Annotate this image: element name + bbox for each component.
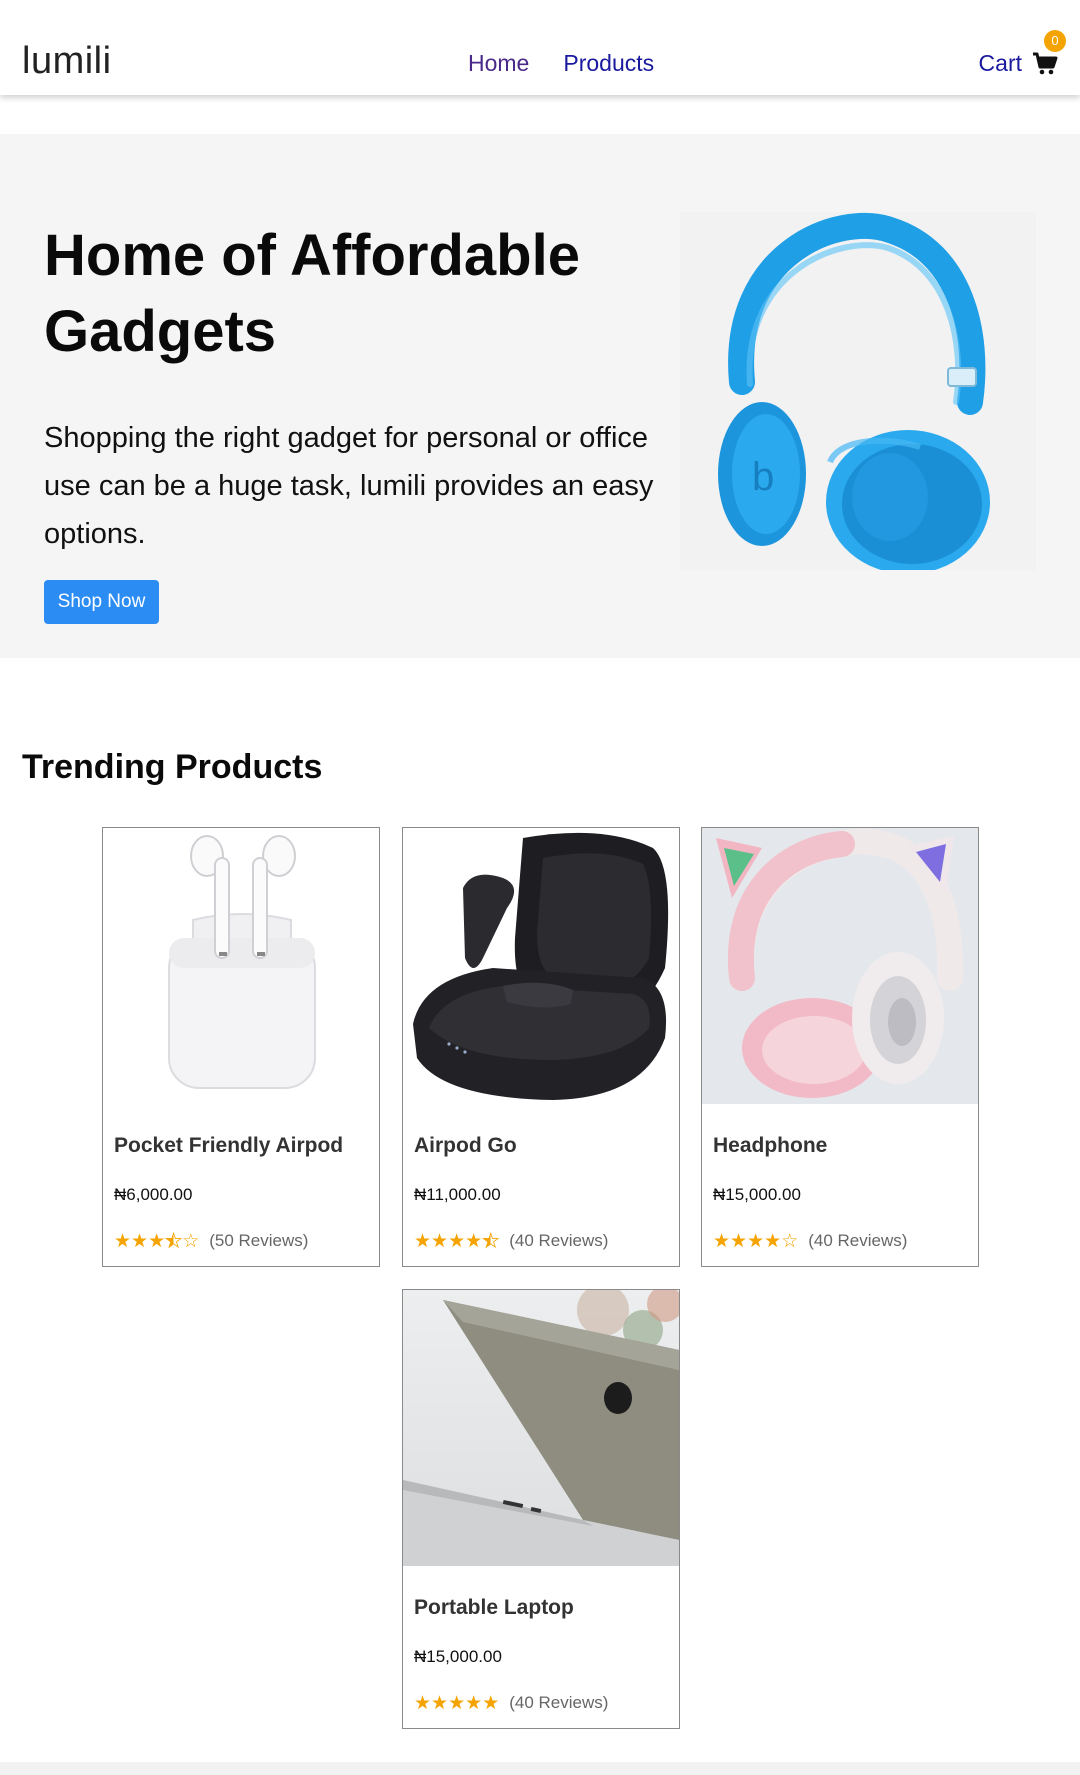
star-full-icon: ★ [465, 1692, 483, 1714]
cart-label: Cart [978, 50, 1022, 76]
star-full-icon: ★ [482, 1692, 500, 1714]
footer-strip [0, 1762, 1080, 1775]
star-full-icon: ★ [730, 1230, 748, 1252]
star-full-icon: ★ [114, 1230, 132, 1252]
cart-button[interactable]: Cart 0 [978, 29, 1066, 77]
hero-description: Shopping the right gadget for personal o… [44, 422, 654, 550]
star-full-icon: ★ [431, 1692, 449, 1714]
rating-stars: ★ ★ ★ ★ ☆ [114, 1230, 200, 1252]
svg-text:b: b [752, 455, 774, 499]
product-price: ₦11,000.00 [414, 1185, 501, 1204]
airpods-image [103, 828, 379, 1104]
star-empty-icon: ☆ [781, 1230, 799, 1252]
star-full-icon: ★ [131, 1230, 149, 1252]
star-full-icon: ★ [747, 1230, 765, 1252]
product-name[interactable]: Headphone [713, 1134, 827, 1158]
rating-stars: ★ ★ ★ ★ ★ [414, 1694, 499, 1713]
product-rating: ★ ★ ★ ★ ★ (40 Reviews) [414, 1693, 608, 1713]
product-rating: ★ ★ ★ ★ ★ (40 Reviews) [414, 1231, 608, 1251]
hero-section: Home of Affordable Gadgets Shopping the … [0, 134, 1080, 658]
review-count: (40 Reviews) [509, 1231, 609, 1250]
product-card[interactable]: Airpod Go ₦11,000.00 ★ ★ ★ ★ ★ (40 Revie… [402, 827, 680, 1267]
star-full-icon: ★ [713, 1230, 731, 1252]
rating-stars: ★ ★ ★ ★ ★ [414, 1230, 500, 1252]
product-price: ₦6,000.00 [114, 1185, 193, 1204]
star-full-icon: ★ [764, 1230, 782, 1252]
star-full-icon: ★ [414, 1692, 432, 1714]
review-count: (50 Reviews) [209, 1231, 309, 1250]
product-name[interactable]: Portable Laptop [414, 1596, 574, 1620]
star-empty-icon: ☆ [182, 1230, 200, 1252]
shopping-cart-icon: 0 [1032, 29, 1066, 76]
star-half-icon: ★ [482, 1230, 500, 1252]
earbuds-case-image [403, 828, 679, 1104]
review-count: (40 Reviews) [509, 1693, 609, 1712]
trending-title: Trending Products [22, 748, 323, 786]
rating-stars: ★ ★ ★ ★ ☆ [713, 1232, 798, 1251]
laptop-image [403, 1290, 679, 1566]
product-card[interactable]: Pocket Friendly Airpod ₦6,000.00 ★ ★ ★ ★… [102, 827, 380, 1267]
cart-count-badge: 0 [1044, 29, 1066, 52]
product-card[interactable]: Portable Laptop ₦15,000.00 ★ ★ ★ ★ ★ (40… [402, 1289, 680, 1729]
star-full-icon: ★ [431, 1230, 449, 1252]
brand-logo[interactable]: lumili [22, 40, 112, 83]
product-name[interactable]: Airpod Go [414, 1134, 517, 1158]
hero-headphone-image: b [680, 212, 1036, 574]
nav-home-link[interactable]: Home [468, 50, 529, 77]
star-full-icon: ★ [465, 1230, 483, 1252]
shop-now-button[interactable]: Shop Now [44, 580, 159, 624]
star-full-icon: ★ [148, 1230, 166, 1252]
product-name[interactable]: Pocket Friendly Airpod [114, 1134, 343, 1158]
star-full-icon: ★ [414, 1230, 432, 1252]
product-rating: ★ ★ ★ ★ ☆ (40 Reviews) [713, 1231, 907, 1251]
review-count: (40 Reviews) [808, 1231, 908, 1250]
nav-links: Home Products [468, 50, 654, 77]
product-price: ₦15,000.00 [414, 1647, 502, 1666]
star-half-icon: ★ [165, 1230, 183, 1252]
navbar: lumili Home Products Cart 0 [0, 0, 1080, 95]
star-full-icon: ★ [448, 1692, 466, 1714]
nav-products-link[interactable]: Products [563, 50, 654, 77]
hero-title: Home of Affordable Gadgets [44, 223, 580, 364]
product-price: ₦15,000.00 [713, 1185, 801, 1204]
product-rating: ★ ★ ★ ★ ☆ (50 Reviews) [114, 1231, 308, 1251]
star-full-icon: ★ [448, 1230, 466, 1252]
cat-headphone-image [702, 828, 978, 1104]
product-card[interactable]: Headphone ₦15,000.00 ★ ★ ★ ★ ☆ (40 Revie… [701, 827, 979, 1267]
